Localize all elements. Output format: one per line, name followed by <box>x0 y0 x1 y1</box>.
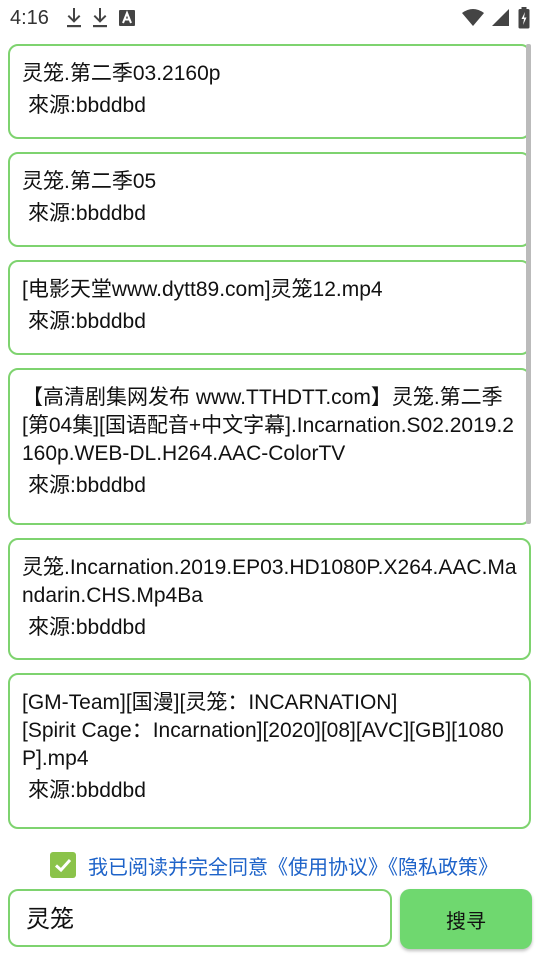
download-icon <box>93 8 107 28</box>
search-input[interactable]: 灵笼 <box>8 889 392 947</box>
notification-icons <box>66 8 136 28</box>
result-title: 灵笼.第二季03.2160p <box>22 62 221 85</box>
agreement-checkbox[interactable] <box>50 852 76 878</box>
wifi-icon <box>462 9 484 26</box>
result-source: 來源:bbddbd <box>28 779 146 802</box>
result-list[interactable]: 灵笼.第二季03.2160p 來源:bbddbd 灵笼.第二季05 來源:bbd… <box>0 36 540 836</box>
result-title: 灵笼.第二季05 <box>22 170 157 193</box>
search-button[interactable]: 搜寻 <box>400 889 532 949</box>
result-card[interactable]: 灵笼.第二季03.2160p 來源:bbddbd <box>8 44 531 139</box>
result-source: 來源:bbddbd <box>28 310 146 333</box>
download-icon <box>67 8 81 28</box>
battery-icon <box>518 7 530 29</box>
result-source: 來源:bbddbd <box>28 474 146 497</box>
font-a-icon <box>119 10 135 26</box>
result-source: 來源:bbddbd <box>28 202 146 225</box>
scrollbar[interactable] <box>526 44 531 524</box>
result-title: [GM-Team][国漫][灵笼：INCARNATION] [Spirit Ca… <box>22 691 504 770</box>
result-card[interactable]: [GM-Team][国漫][灵笼：INCARNATION] [Spirit Ca… <box>8 673 531 829</box>
status-time: 4:16 <box>10 7 49 29</box>
result-card[interactable]: 灵笼.Incarnation.2019.EP03.HD1080P.X264.AA… <box>8 538 531 660</box>
result-source: 來源:bbddbd <box>28 616 146 639</box>
status-bar: 4:16 <box>0 0 540 36</box>
check-icon <box>54 858 72 873</box>
result-card[interactable]: 【高清剧集网发布 www.TTHDTT.com】灵笼.第二季[第04集][国语配… <box>8 368 531 525</box>
system-icons <box>462 7 530 29</box>
result-title: 灵笼.Incarnation.2019.EP03.HD1080P.X264.AA… <box>22 556 517 607</box>
result-title: [电影天堂www.dytt89.com]灵笼12.mp4 <box>22 278 383 301</box>
result-source: 來源:bbddbd <box>28 94 146 117</box>
agreement-row[interactable]: 我已阅读并完全同意《使用协议》《隐私政策》 <box>50 850 498 880</box>
result-title: 【高清剧集网发布 www.TTHDTT.com】灵笼.第二季[第04集][国语配… <box>22 386 514 465</box>
signal-icon <box>492 9 509 26</box>
agreement-link-text[interactable]: 我已阅读并完全同意《使用协议》《隐私政策》 <box>88 851 498 880</box>
result-card[interactable]: 灵笼.第二季05 來源:bbddbd <box>8 152 531 247</box>
result-card[interactable]: [电影天堂www.dytt89.com]灵笼12.mp4 來源:bbddbd <box>8 260 531 355</box>
